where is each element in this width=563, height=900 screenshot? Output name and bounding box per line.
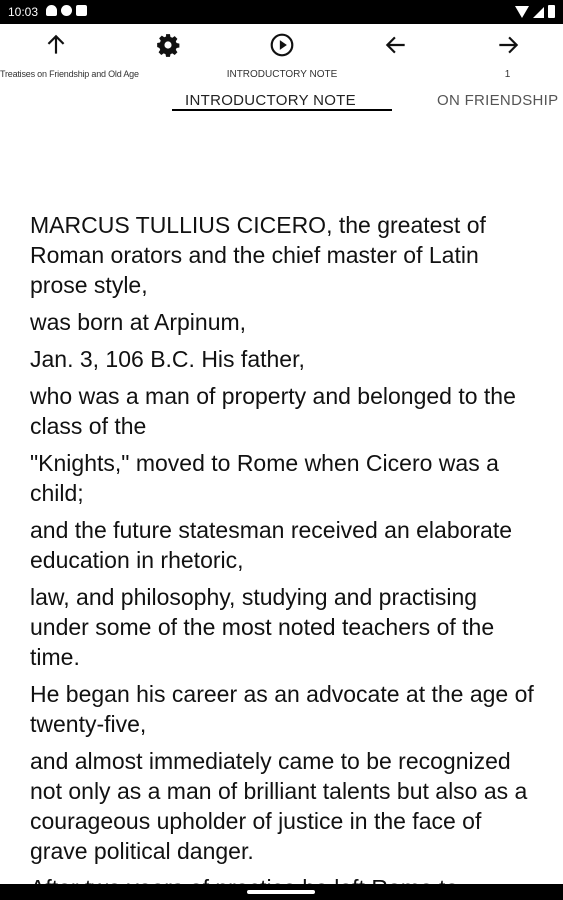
- system-icons: [515, 5, 555, 18]
- status-bar: 10:03: [0, 0, 563, 24]
- paragraph: "Knights," moved to Rome when Cicero was…: [30, 450, 499, 506]
- paragraph: Jan. 3, 106 B.C. His father,: [30, 346, 305, 372]
- tab-introductory-note[interactable]: INTRODUCTORY NOTE: [185, 92, 356, 110]
- reader-content[interactable]: MARCUS TULLIUS CICERO, the greatest of R…: [0, 112, 563, 884]
- d-notification-icon: [76, 5, 87, 16]
- paragraph: and almost immediately came to be recogn…: [30, 748, 528, 864]
- arrow-up-icon: [47, 34, 65, 54]
- arrow-left-icon: [385, 36, 405, 54]
- tab-on-friendship[interactable]: ON FRIENDSHIP: [437, 92, 558, 110]
- p-notification-icon: [61, 5, 72, 16]
- gear-icon: [157, 34, 180, 57]
- book-title-label: Treatises on Friendship and Old Age: [0, 69, 139, 79]
- paragraph: After two years of practice he left Rome…: [30, 873, 540, 884]
- paragraph: and the future statesman received an ela…: [30, 517, 513, 573]
- tab-selected-indicator: [172, 109, 392, 111]
- wifi-icon: [515, 6, 529, 18]
- signal-icon: [533, 7, 544, 18]
- paragraph: law, and philosophy, studying and practi…: [30, 584, 495, 670]
- previous-button[interactable]: [340, 32, 452, 88]
- home-gesture-handle[interactable]: [247, 890, 315, 894]
- next-button[interactable]: 1: [452, 32, 563, 88]
- paragraph: He began his career as an advocate at th…: [30, 681, 534, 737]
- battery-icon: [548, 5, 555, 18]
- toolbar: Treatises on Friendship and Old Age INTR…: [0, 24, 563, 90]
- paragraph: MARCUS TULLIUS CICERO, the greatest of R…: [30, 212, 486, 298]
- paragraph: was born at Arpinum,: [30, 309, 247, 335]
- notification-icons: [46, 5, 87, 16]
- navigation-bar: [0, 884, 563, 900]
- play-icon: [270, 33, 294, 57]
- up-button[interactable]: Treatises on Friendship and Old Age: [0, 32, 139, 88]
- cloud-icon: [46, 5, 57, 16]
- page-number: 1: [504, 69, 511, 80]
- arrow-right-icon: [498, 36, 518, 54]
- chapter-text: MARCUS TULLIUS CICERO, the greatest of R…: [30, 210, 540, 884]
- status-time: 10:03: [8, 5, 39, 19]
- paragraph: who was a man of property and belonged t…: [30, 383, 516, 439]
